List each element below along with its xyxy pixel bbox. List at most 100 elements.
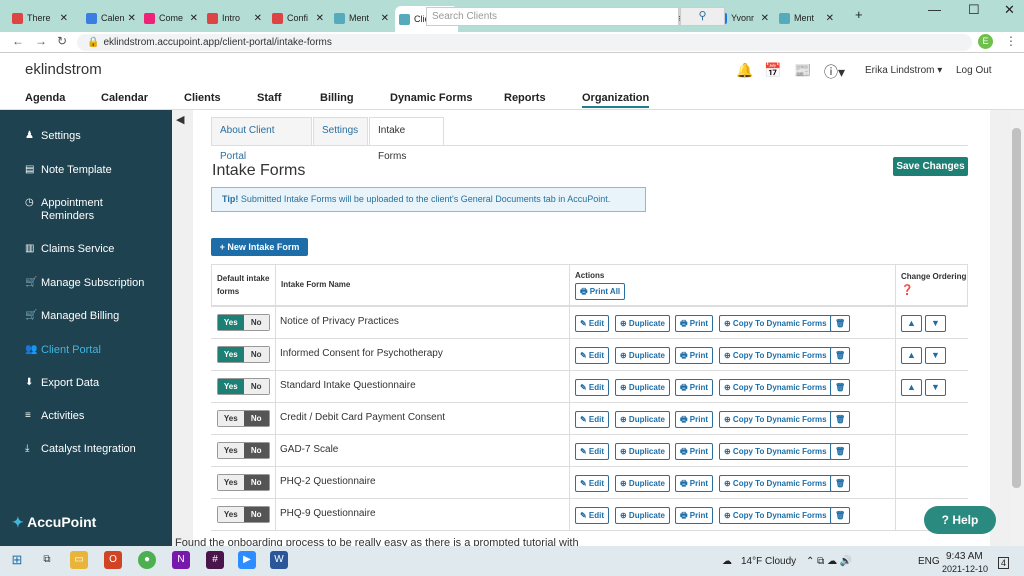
tab-intake-forms[interactable]: Intake Forms [369, 117, 444, 162]
help-circle-icon[interactable]: ⓘ▾ [824, 62, 845, 82]
edit-button[interactable]: ✎ Edit [575, 507, 610, 524]
sidebar-item-catalyst-integration[interactable]: ⤓ Catalyst Integration [25, 443, 136, 455]
delete-button[interactable]: 🗑 [830, 443, 851, 460]
toggle-no[interactable]: No [243, 315, 269, 330]
edit-button[interactable]: ✎ Edit [575, 379, 610, 396]
duplicate-button[interactable]: ⊕ Duplicate [615, 315, 670, 332]
forward-icon[interactable]: → [35, 34, 47, 48]
copy-to-dynamic-forms-button[interactable]: ⊕ Copy To Dynamic Forms [719, 347, 832, 364]
browser-menu-icon[interactable]: ⋮ [1005, 34, 1017, 48]
edit-button[interactable]: ✎ Edit [575, 475, 610, 492]
toggle-no[interactable]: No [243, 347, 269, 362]
menu-item-staff[interactable]: Staff [257, 92, 281, 104]
logout-link[interactable]: Log Out [956, 65, 992, 76]
browser-tab[interactable]: There ✕ [8, 6, 72, 30]
default-toggle[interactable]: Yes No [217, 378, 270, 395]
copy-to-dynamic-forms-button[interactable]: ⊕ Copy To Dynamic Forms [719, 475, 832, 492]
duplicate-button[interactable]: ⊕ Duplicate [615, 347, 670, 364]
maximize-icon[interactable]: ☐ [968, 2, 980, 18]
menu-item-dynamic-forms[interactable]: Dynamic Forms [390, 92, 473, 104]
new-tab-button[interactable]: + [855, 7, 863, 22]
duplicate-button[interactable]: ⊕ Duplicate [615, 411, 670, 428]
edit-button[interactable]: ✎ Edit [575, 315, 610, 332]
duplicate-button[interactable]: ⊕ Duplicate [615, 379, 670, 396]
tray-icons[interactable]: ⌃ ⧉ ☁ 🔊 [806, 556, 852, 567]
help-button[interactable]: ? Help [924, 506, 996, 534]
edit-button[interactable]: ✎ Edit [575, 347, 610, 364]
copy-to-dynamic-forms-button[interactable]: ⊕ Copy To Dynamic Forms [719, 507, 832, 524]
onenote-icon[interactable]: N [172, 551, 190, 569]
collapse-sidebar-icon[interactable]: ◀ [176, 113, 184, 126]
edit-button[interactable]: ✎ Edit [575, 411, 610, 428]
weather[interactable]: 14°F Cloudy [741, 556, 796, 567]
toggle-yes[interactable]: Yes [218, 475, 244, 490]
browser-tab[interactable]: Intro ✕ [203, 6, 266, 30]
menu-item-reports[interactable]: Reports [504, 92, 546, 104]
office-icon[interactable]: O [104, 551, 122, 569]
browser-tab[interactable]: Ment ✕ [330, 6, 393, 30]
browser-tab[interactable]: Calen ✕ [82, 6, 138, 30]
menu-item-billing[interactable]: Billing [320, 92, 354, 104]
duplicate-button[interactable]: ⊕ Duplicate [615, 443, 670, 460]
move-down-button[interactable]: ▼ [925, 379, 946, 396]
close-tab-icon[interactable]: ✕ [758, 13, 769, 24]
close-window-icon[interactable]: ✕ [1004, 2, 1015, 18]
sidebar-item-client-portal[interactable]: 👥 Client Portal [25, 344, 101, 356]
print-button[interactable]: 🖶 Print [675, 475, 713, 492]
profile-avatar[interactable]: E [978, 34, 993, 49]
default-toggle[interactable]: Yes No [217, 474, 270, 491]
minimize-icon[interactable]: — [928, 2, 941, 17]
save-changes-button[interactable]: Save Changes [893, 157, 968, 176]
reload-icon[interactable]: ↻ [57, 34, 67, 48]
print-button[interactable]: 🖶 Print [675, 443, 713, 460]
user-menu[interactable]: Erika Lindstrom ▾ [865, 65, 942, 76]
toggle-yes[interactable]: Yes [218, 443, 244, 458]
default-toggle[interactable]: Yes No [217, 314, 270, 331]
slack-icon[interactable]: # [206, 551, 224, 569]
close-tab-icon[interactable]: ✕ [187, 13, 198, 24]
sidebar-item-note-template[interactable]: ▤ Note Template [25, 164, 112, 176]
menu-item-calendar[interactable]: Calendar [101, 92, 148, 104]
move-up-button[interactable]: ▲ [901, 347, 922, 364]
close-tab-icon[interactable]: ✕ [251, 13, 262, 24]
back-icon[interactable]: ← [12, 34, 24, 48]
print-button[interactable]: 🖶 Print [675, 507, 713, 524]
tab-settings[interactable]: Settings [313, 117, 368, 145]
close-tab-icon[interactable]: ✕ [125, 13, 136, 24]
windows-start-icon[interactable]: ⊞ [8, 551, 26, 569]
clock-time[interactable]: 9:43 AM [946, 551, 983, 562]
copy-to-dynamic-forms-button[interactable]: ⊕ Copy To Dynamic Forms [719, 379, 832, 396]
sidebar-item-manage-subscription[interactable]: 🛒 Manage Subscription [25, 277, 144, 289]
toggle-yes[interactable]: Yes [218, 315, 244, 330]
copy-to-dynamic-forms-button[interactable]: ⊕ Copy To Dynamic Forms [719, 315, 832, 332]
word-icon[interactable]: W [270, 551, 288, 569]
browser-tab[interactable]: Confi ✕ [268, 6, 328, 30]
close-tab-icon[interactable]: ✕ [823, 13, 834, 24]
sidebar-item-export-data[interactable]: ⬇ Export Data [25, 377, 99, 389]
url-field[interactable]: 🔒 eklindstrom.accupoint.app/client-portal… [77, 34, 972, 51]
file-explorer-icon[interactable]: ▭ [70, 551, 88, 569]
toggle-yes[interactable]: Yes [218, 347, 244, 362]
default-toggle[interactable]: Yes No [217, 442, 270, 459]
sidebar-item-managed-billing[interactable]: 🛒 Managed Billing [25, 310, 119, 322]
edit-button[interactable]: ✎ Edit [575, 443, 610, 460]
copy-to-dynamic-forms-button[interactable]: ⊕ Copy To Dynamic Forms [719, 411, 832, 428]
move-down-button[interactable]: ▼ [925, 347, 946, 364]
toggle-yes[interactable]: Yes [218, 411, 244, 426]
delete-button[interactable]: 🗑 [830, 315, 851, 332]
default-toggle[interactable]: Yes No [217, 506, 270, 523]
print-button[interactable]: 🖶 Print [675, 347, 713, 364]
delete-button[interactable]: 🗑 [830, 507, 851, 524]
search-input[interactable]: Search Clients [426, 7, 679, 26]
sidebar-item-claims-service[interactable]: ▥ Claims Service [25, 243, 114, 255]
close-tab-icon[interactable]: ✕ [378, 13, 389, 24]
menu-item-organization[interactable]: Organization [582, 92, 650, 108]
close-tab-icon[interactable]: ✕ [57, 13, 68, 24]
copy-to-dynamic-forms-button[interactable]: ⊕ Copy To Dynamic Forms [719, 443, 832, 460]
language[interactable]: ENG [918, 556, 940, 567]
calendar-icon[interactable]: 📅 [764, 62, 781, 79]
toggle-yes[interactable]: Yes [218, 379, 244, 394]
move-up-button[interactable]: ▲ [901, 379, 922, 396]
menu-item-clients[interactable]: Clients [184, 92, 221, 104]
new-intake-form-button[interactable]: + New Intake Form [211, 238, 308, 256]
